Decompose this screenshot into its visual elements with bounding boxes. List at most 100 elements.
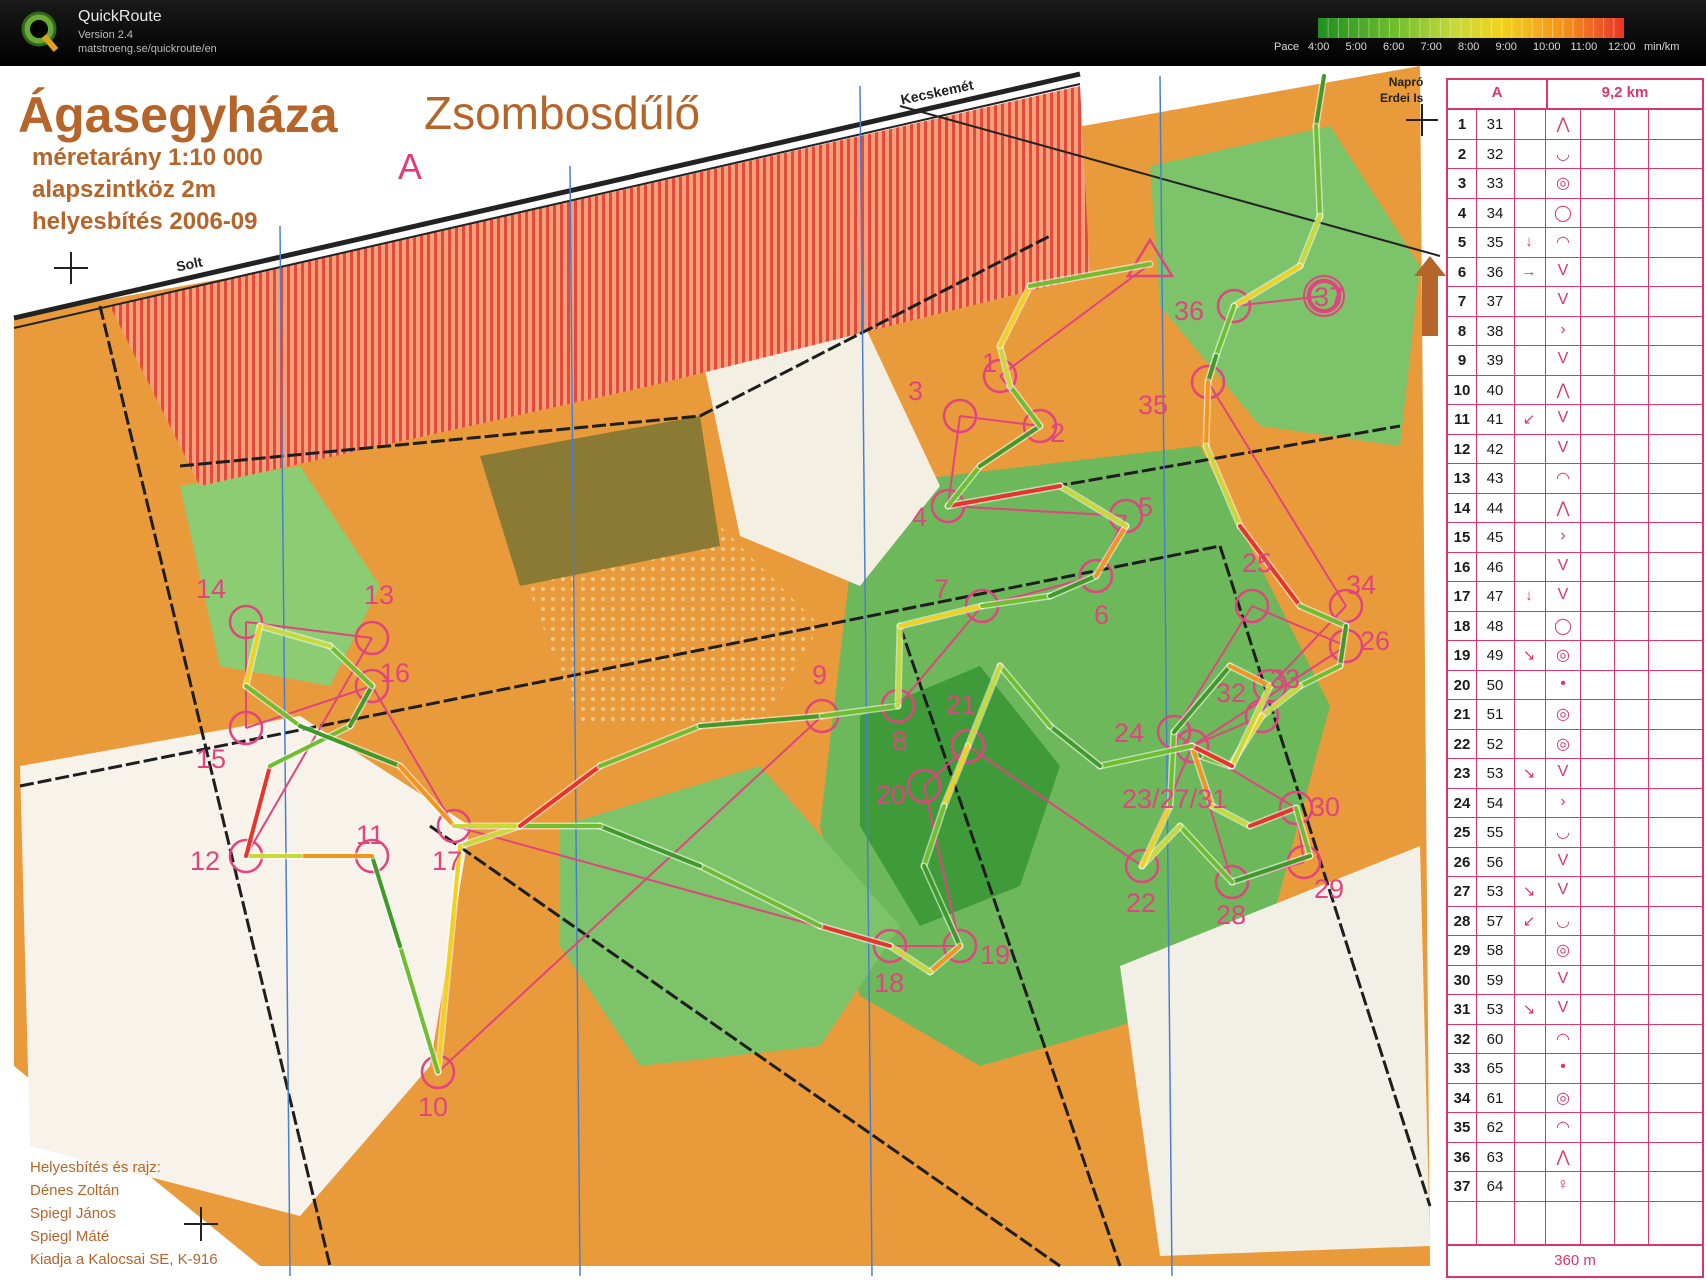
control-number-label: 16: [380, 658, 411, 688]
description-row: 6 36 → V: [1448, 258, 1702, 287]
control-direction: ↘: [1522, 765, 1536, 782]
credit-line: Dénes Zoltán: [30, 1182, 120, 1199]
control-number: 36: [1453, 1148, 1471, 1166]
map-scale: méretarány 1:10 000: [32, 144, 263, 171]
control-feature-icon: ⋀: [1556, 1148, 1570, 1166]
description-row: 5 35 ↓ ◠: [1448, 228, 1702, 258]
control-direction: ↘: [1522, 647, 1536, 664]
control-number-label: 3: [908, 376, 924, 406]
control-description-sheet: A 9,2 km 1 31 ⋀ 2 32 ◡ 3 33 ◎ 4 34 ◯ 5 35 ↓ ◠ 6 36 → V 7 37 V 8…: [1446, 78, 1704, 1278]
pace-unit: min/km: [1644, 41, 1680, 53]
control-feature-icon: ◠: [1556, 1030, 1570, 1048]
route-segment: [896, 624, 902, 708]
control-feature-icon: ♀: [1557, 1176, 1569, 1193]
control-code: 60: [1486, 1030, 1504, 1048]
control-number-label: 25: [1242, 548, 1273, 578]
control-number-label: 33: [1270, 664, 1301, 694]
description-row: 36 63 ⋀: [1448, 1143, 1702, 1172]
control-code: 64: [1486, 1178, 1504, 1195]
control-feature-icon: ◡: [1556, 824, 1570, 841]
control-code: 32: [1486, 145, 1504, 163]
control-number: 2: [1457, 145, 1467, 163]
control-number: 21: [1453, 706, 1471, 723]
control-code: 47: [1486, 588, 1504, 605]
control-number: 20: [1453, 676, 1471, 694]
control-number: 17: [1453, 588, 1471, 605]
credit-line: Spiegl Máté: [30, 1228, 110, 1245]
control-number-label: 2: [1050, 418, 1066, 448]
control-number: 14: [1453, 499, 1471, 517]
description-row: 8 38 ›: [1448, 317, 1702, 346]
control-code: 52: [1486, 735, 1504, 753]
description-row: 30 59 V: [1448, 966, 1702, 995]
control-number-label: 29: [1314, 874, 1345, 904]
app-version: Version 2.4: [78, 29, 134, 41]
description-row: 21 51 ◎: [1448, 700, 1702, 730]
contour-interval: alapszintköz 2m: [32, 176, 217, 203]
control-code: 44: [1486, 499, 1504, 517]
control-number-label: 15: [196, 744, 227, 774]
app-header: QuickRoute Version 2.4 matstroeng.se/qui…: [0, 0, 1706, 66]
description-row: 4 34 ◯: [1448, 199, 1702, 228]
control-feature-icon: •: [1560, 674, 1566, 692]
control-feature-icon: ◯: [1554, 204, 1572, 222]
control-number: 10: [1453, 381, 1471, 399]
control-number-label: 19: [980, 940, 1011, 970]
control-number: 23: [1453, 765, 1471, 782]
control-number-label: 13: [364, 580, 395, 610]
control-code: 37: [1486, 293, 1504, 310]
description-row: 15 45 ›: [1448, 523, 1702, 553]
control-code: 61: [1486, 1089, 1504, 1107]
control-feature-icon: V: [1557, 969, 1569, 987]
control-code: 62: [1486, 1119, 1504, 1136]
control-number-label: 10: [418, 1092, 449, 1122]
app-url[interactable]: matstroeng.se/quickroute/en: [78, 43, 217, 55]
control-direction: ↓: [1525, 233, 1533, 250]
control-number: 26: [1453, 853, 1471, 871]
description-row: 34 61 ◎: [1448, 1084, 1702, 1113]
description-row: 22 52 ◎: [1448, 730, 1702, 759]
description-row: 14 44 ⋀: [1448, 494, 1702, 523]
pace-tick-label: 6:00: [1383, 41, 1405, 53]
north-label: Napró Erdei Is: [1380, 74, 1423, 106]
control-feature-icon: ◯: [1554, 617, 1572, 635]
control-direction: ↘: [1522, 883, 1536, 900]
control-number: 37: [1453, 1178, 1471, 1195]
control-number-label: 17: [432, 846, 463, 876]
control-feature-icon: V: [1557, 763, 1569, 780]
control-number: 22: [1453, 735, 1471, 753]
control-feature-icon: V: [1557, 586, 1569, 603]
orienteering-map[interactable]: Ágasegyháza Zsombosdűlő A méretarány 1:1…: [0, 66, 1706, 1283]
control-code: 46: [1486, 558, 1504, 576]
control-number: 32: [1453, 1030, 1471, 1048]
description-row: 28 57 ↙ ◡: [1448, 907, 1702, 936]
control-feature-icon: V: [1557, 851, 1569, 869]
map-title: Ágasegyháza: [18, 87, 338, 143]
description-header: A 9,2 km: [1448, 80, 1702, 110]
control-code: 54: [1486, 794, 1504, 812]
map-credits: Helyesbítés és rajz: Dénes Zoltán Spiegl…: [30, 1156, 218, 1271]
description-row: 9 39 V: [1448, 346, 1702, 376]
control-number-label: 35: [1138, 390, 1169, 420]
description-row: 1 31 ⋀: [1448, 110, 1702, 140]
control-number-label: 18: [874, 968, 905, 998]
control-number: 7: [1457, 293, 1467, 310]
description-row: 33 65 •: [1448, 1054, 1702, 1084]
control-code: 57: [1486, 912, 1504, 930]
north-label-line: Napró: [1388, 75, 1424, 89]
description-row: 26 56 V: [1448, 848, 1702, 877]
control-feature-icon: V: [1557, 261, 1569, 279]
control-number: 19: [1453, 647, 1471, 664]
control-number: 15: [1453, 529, 1471, 546]
control-code: 53: [1486, 1001, 1504, 1018]
control-number-label: 21: [946, 690, 977, 720]
description-row: 24 54 ›: [1448, 789, 1702, 818]
control-number: 4: [1457, 204, 1467, 222]
control-feature-icon: ◎: [1556, 1089, 1570, 1107]
control-feature-icon: V: [1557, 438, 1569, 456]
control-code: 53: [1486, 765, 1504, 782]
control-feature-icon: ◎: [1556, 706, 1570, 723]
control-direction: ↓: [1525, 587, 1533, 604]
pace-tick-label: 11:00: [1570, 41, 1598, 53]
description-row: 19 49 ↘ ◎: [1448, 641, 1702, 671]
